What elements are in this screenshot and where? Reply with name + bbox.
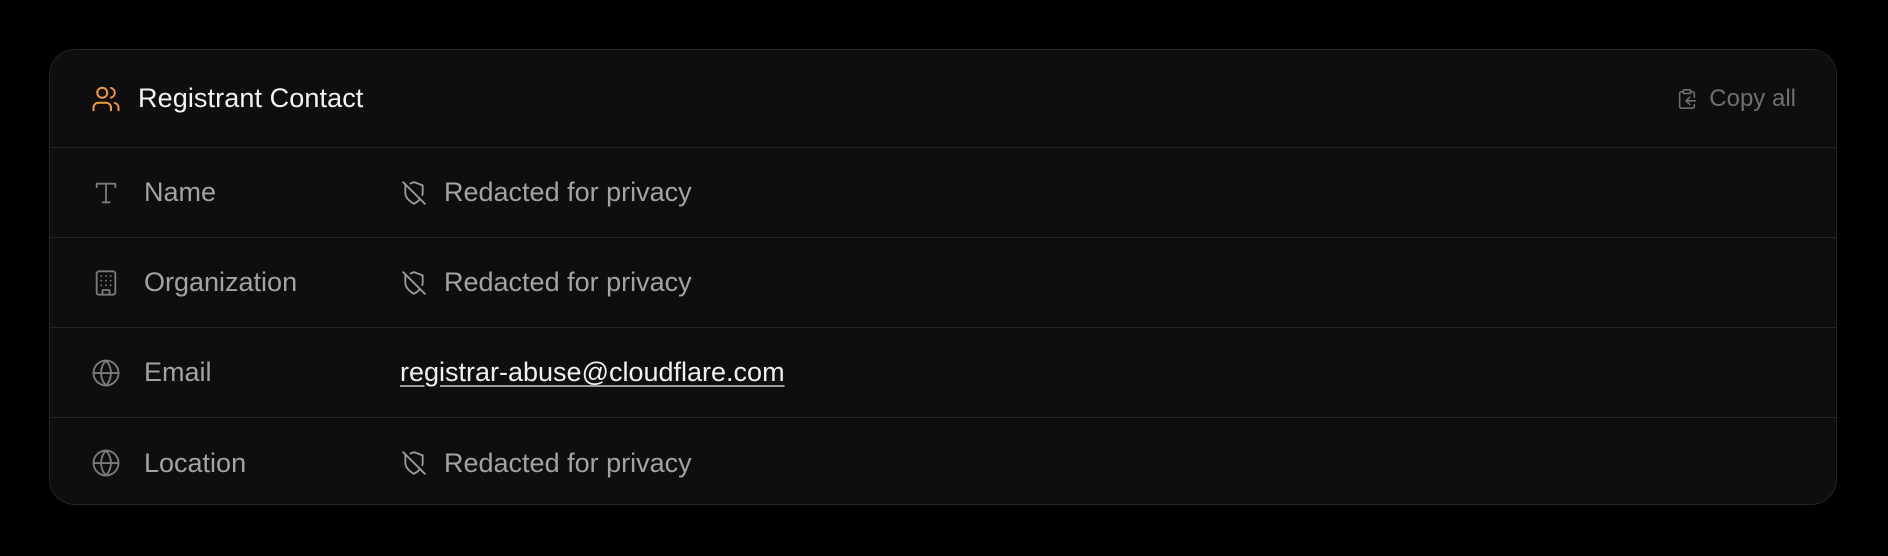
- users-icon: [90, 83, 122, 115]
- card-header: Registrant Contact Copy all: [50, 50, 1836, 148]
- redacted-text: Redacted for privacy: [444, 177, 692, 207]
- field-label: Email: [144, 357, 212, 387]
- text-type-icon: [90, 177, 122, 209]
- globe-icon: [90, 447, 122, 479]
- card-title: Registrant Contact: [138, 83, 364, 113]
- shield-off-icon: [400, 179, 428, 207]
- email-link[interactable]: registrar-abuse@cloudflare.com: [400, 357, 785, 388]
- redacted-text: Redacted for privacy: [444, 267, 692, 297]
- field-value-redacted: Redacted for privacy: [400, 177, 692, 208]
- clipboard-copy-icon: [1675, 87, 1699, 111]
- field-row-name: Name Redacted for privacy: [50, 148, 1836, 238]
- field-value: registrar-abuse@cloudflare.com: [400, 357, 785, 388]
- building-icon: [90, 267, 122, 299]
- field-row-location: Location Redacted for privacy: [50, 418, 1836, 504]
- globe-icon: [90, 357, 122, 389]
- shield-off-icon: [400, 449, 428, 477]
- field-label: Organization: [144, 267, 298, 297]
- redacted-text: Redacted for privacy: [444, 447, 692, 478]
- field-row-email: Email registrar-abuse@cloudflare.com: [50, 328, 1836, 418]
- field-label: Location: [144, 447, 247, 478]
- field-label: Name: [144, 177, 217, 207]
- registrant-contact-card: Registrant Contact Copy all Name Redacte…: [49, 49, 1837, 505]
- field-value-redacted: Redacted for privacy: [400, 448, 692, 479]
- copy-all-label: Copy all: [1709, 84, 1796, 112]
- shield-off-icon: [400, 269, 428, 297]
- field-value-redacted: Redacted for privacy: [400, 267, 692, 298]
- field-row-organization: Organization Redacted for privacy: [50, 238, 1836, 328]
- copy-all-button[interactable]: Copy all: [1675, 85, 1796, 113]
